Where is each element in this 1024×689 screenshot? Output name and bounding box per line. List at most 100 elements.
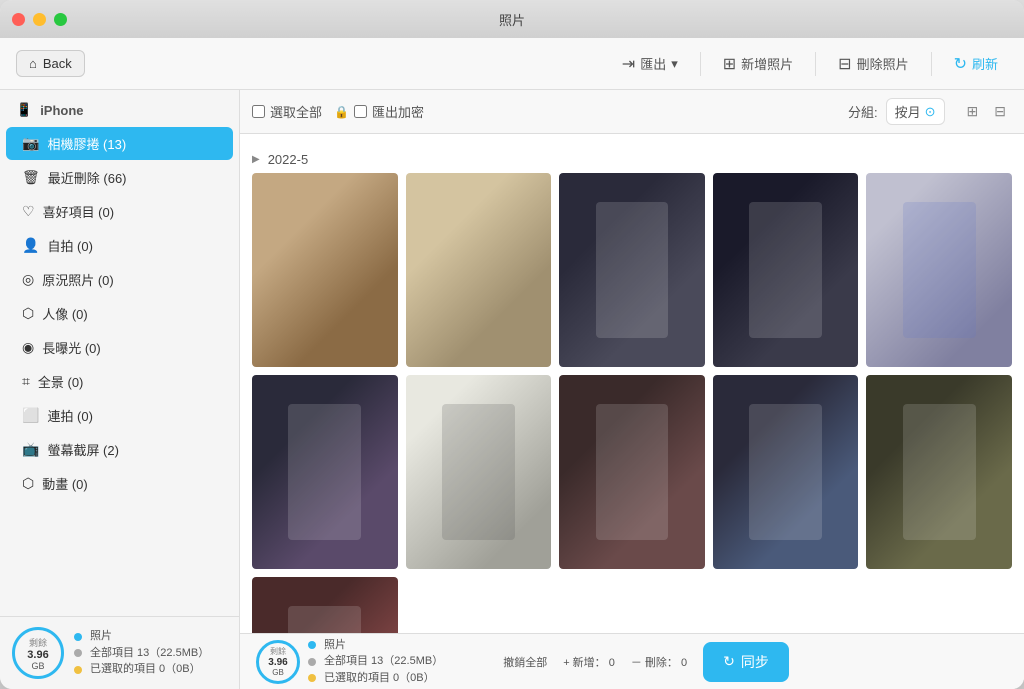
sidebar-item-selfies[interactable]: 👤 自拍 (0): [6, 229, 233, 262]
export-button[interactable]: ⇥ 匯出 ▾: [612, 49, 688, 79]
delete-label: － 刪除：: [631, 657, 678, 669]
content-area: 📱 iPhone 📷 相機膠捲 (13) 🗑 最近刪除 (66) ♡ 喜好項目 …: [0, 90, 1024, 689]
export-label: 匯出: [640, 54, 666, 73]
bottom-photos-label: 照片: [324, 637, 346, 654]
section-arrow-2022-5[interactable]: ▶: [252, 154, 260, 165]
sidebar-item-animated[interactable]: ⬡ 動畫 (0): [6, 467, 233, 500]
device-name: iPhone: [40, 103, 83, 118]
group-dropdown[interactable]: 按月 ⊙: [886, 98, 945, 125]
live-photos-label: 原況照片 (0): [42, 270, 114, 289]
bottom-storage-amount: 3.96: [268, 657, 287, 668]
group-selector: 分組: 按月 ⊙ ⊞ ⊟: [848, 98, 1012, 125]
add-value: 0: [609, 657, 615, 669]
photo-grid-container[interactable]: ▶ 2022-5: [240, 134, 1024, 633]
sidebar-item-panorama[interactable]: ⌗ 全景 (0): [6, 365, 233, 398]
long-exposure-icon: ◉: [22, 339, 34, 356]
photo-content-3: [559, 173, 705, 367]
storage-info-selected: 已選取的項目 0（0B）: [74, 661, 209, 678]
export-encrypted-text: 匯出加密: [372, 102, 424, 121]
sidebar-item-camera-roll[interactable]: 📷 相機膠捲 (13): [6, 127, 233, 160]
storage-info: 照片 全部項目 13（22.5MB） 已選取的項目 0（0B）: [74, 628, 209, 678]
storage-circle: 剩餘 3.96 GB: [12, 627, 64, 679]
refresh-icon: ↻: [954, 54, 967, 74]
bottom-stats: 撤銷全部 + 新增： 0 － 刪除： 0: [503, 654, 687, 670]
sidebar-item-long-exposure[interactable]: ◉ 長曝光 (0): [6, 331, 233, 364]
animated-label: 動畫 (0): [42, 474, 88, 493]
sidebar-items: 📷 相機膠捲 (13) 🗑 最近刪除 (66) ♡ 喜好項目 (0) 👤 自拍 …: [0, 126, 239, 616]
export-encrypted-label[interactable]: 🔒 匯出加密: [334, 102, 424, 121]
view-toggles: ⊞ ⊟: [961, 100, 1012, 123]
photo-thumb-11[interactable]: [252, 577, 398, 633]
photos-dot: [74, 633, 82, 641]
total-dot: [74, 649, 82, 657]
burst-label: 連拍 (0): [47, 406, 93, 425]
separator3: [931, 52, 932, 76]
add-label: + 新增：: [563, 657, 605, 669]
screenshot-icon: 📺: [22, 441, 39, 458]
back-button[interactable]: ⌂ Back: [16, 50, 85, 77]
clear-all[interactable]: 撤銷全部: [503, 654, 547, 670]
photo-thumb-5[interactable]: [866, 173, 1012, 367]
photo-thumb-3[interactable]: [559, 173, 705, 367]
person-icon: 👤: [22, 237, 39, 254]
sidebar: 📱 iPhone 📷 相機膠捲 (13) 🗑 最近刪除 (66) ♡ 喜好項目 …: [0, 90, 240, 689]
photo-thumb-10[interactable]: [866, 375, 1012, 569]
refresh-label: 刷新: [972, 54, 998, 73]
photo-grid-2022-5: [252, 173, 1012, 633]
device-icon: 📱: [16, 102, 32, 118]
section-header-2022-5: ▶ 2022-5: [252, 146, 1012, 173]
photo-thumb-7[interactable]: [406, 375, 552, 569]
add-photo-icon: ⊞: [723, 54, 736, 74]
export-dropdown-icon[interactable]: ▾: [671, 56, 678, 72]
delete-photo-label: 刪除照片: [857, 54, 909, 73]
live-icon: ◎: [22, 271, 34, 288]
minimize-button[interactable]: [33, 13, 46, 26]
grid-view-button[interactable]: ⊞: [961, 100, 985, 123]
select-all-checkbox[interactable]: 選取全部: [252, 102, 322, 121]
storage-unit: GB: [31, 661, 44, 671]
photo-thumb-1[interactable]: [252, 173, 398, 367]
photo-thumb-6[interactable]: [252, 375, 398, 569]
sidebar-item-live-photos[interactable]: ◎ 原況照片 (0): [6, 263, 233, 296]
sync-label: 同步: [741, 652, 769, 672]
refresh-button[interactable]: ↻ 刷新: [944, 49, 1008, 79]
select-all-input[interactable]: [252, 105, 265, 118]
toolbar: ⌂ Back ⇥ 匯出 ▾ ⊞ 新增照片 ⊟ 刪除照片 ↻ 刷新: [0, 38, 1024, 90]
list-view-button[interactable]: ⊟: [988, 100, 1012, 123]
sidebar-item-recently-deleted[interactable]: 🗑 最近刪除 (66): [6, 161, 233, 194]
bottom-total-dot: [308, 658, 316, 666]
sync-button[interactable]: ↻ 同步: [703, 642, 789, 682]
main-window: 照片 ⌂ Back ⇥ 匯出 ▾ ⊞ 新增照片 ⊟ 刪除照片 ↻ 刷新: [0, 0, 1024, 689]
photo-content-7: [406, 375, 552, 569]
bottom-bar: 剩餘 3.96 GB 照片 全部項目 13（22.5MB） 已選: [240, 633, 1024, 689]
panorama-icon: ⌗: [22, 373, 30, 390]
close-button[interactable]: [12, 13, 25, 26]
main-toolbar: 選取全部 🔒 匯出加密 分組: 按月 ⊙ ⊞ ⊟: [240, 90, 1024, 134]
bottom-photos-row: 照片: [308, 637, 443, 654]
group-value: 按月: [895, 102, 921, 121]
photo-content-9: [713, 375, 859, 569]
separator2: [815, 52, 816, 76]
photo-thumb-8[interactable]: [559, 375, 705, 569]
screenshots-label: 螢幕截屏 (2): [47, 440, 119, 459]
back-label: Back: [43, 56, 72, 71]
group-dropdown-icon: ⊙: [925, 104, 936, 120]
sync-icon: ↻: [723, 653, 735, 670]
photo-thumb-9[interactable]: [713, 375, 859, 569]
export-encrypted-input[interactable]: [354, 105, 367, 118]
photo-content-11: [252, 577, 398, 633]
sidebar-item-portrait[interactable]: ⬡ 人像 (0): [6, 297, 233, 330]
storage-info-total: 全部項目 13（22.5MB）: [74, 645, 209, 662]
photo-thumb-4[interactable]: [713, 173, 859, 367]
delete-photo-button[interactable]: ⊟ 刪除照片: [828, 49, 918, 79]
bottom-photos-dot: [308, 641, 316, 649]
fullscreen-button[interactable]: [54, 13, 67, 26]
total-info: 全部項目 13（22.5MB）: [90, 645, 209, 662]
add-photo-button[interactable]: ⊞ 新增照片: [713, 49, 803, 79]
sidebar-item-screenshots[interactable]: 📺 螢幕截屏 (2): [6, 433, 233, 466]
sidebar-item-favorites[interactable]: ♡ 喜好項目 (0): [6, 195, 233, 228]
main-panel: 選取全部 🔒 匯出加密 分組: 按月 ⊙ ⊞ ⊟: [240, 90, 1024, 689]
sidebar-item-burst[interactable]: ⬜ 連拍 (0): [6, 399, 233, 432]
photo-thumb-2[interactable]: [406, 173, 552, 367]
photo-content-6: [252, 375, 398, 569]
